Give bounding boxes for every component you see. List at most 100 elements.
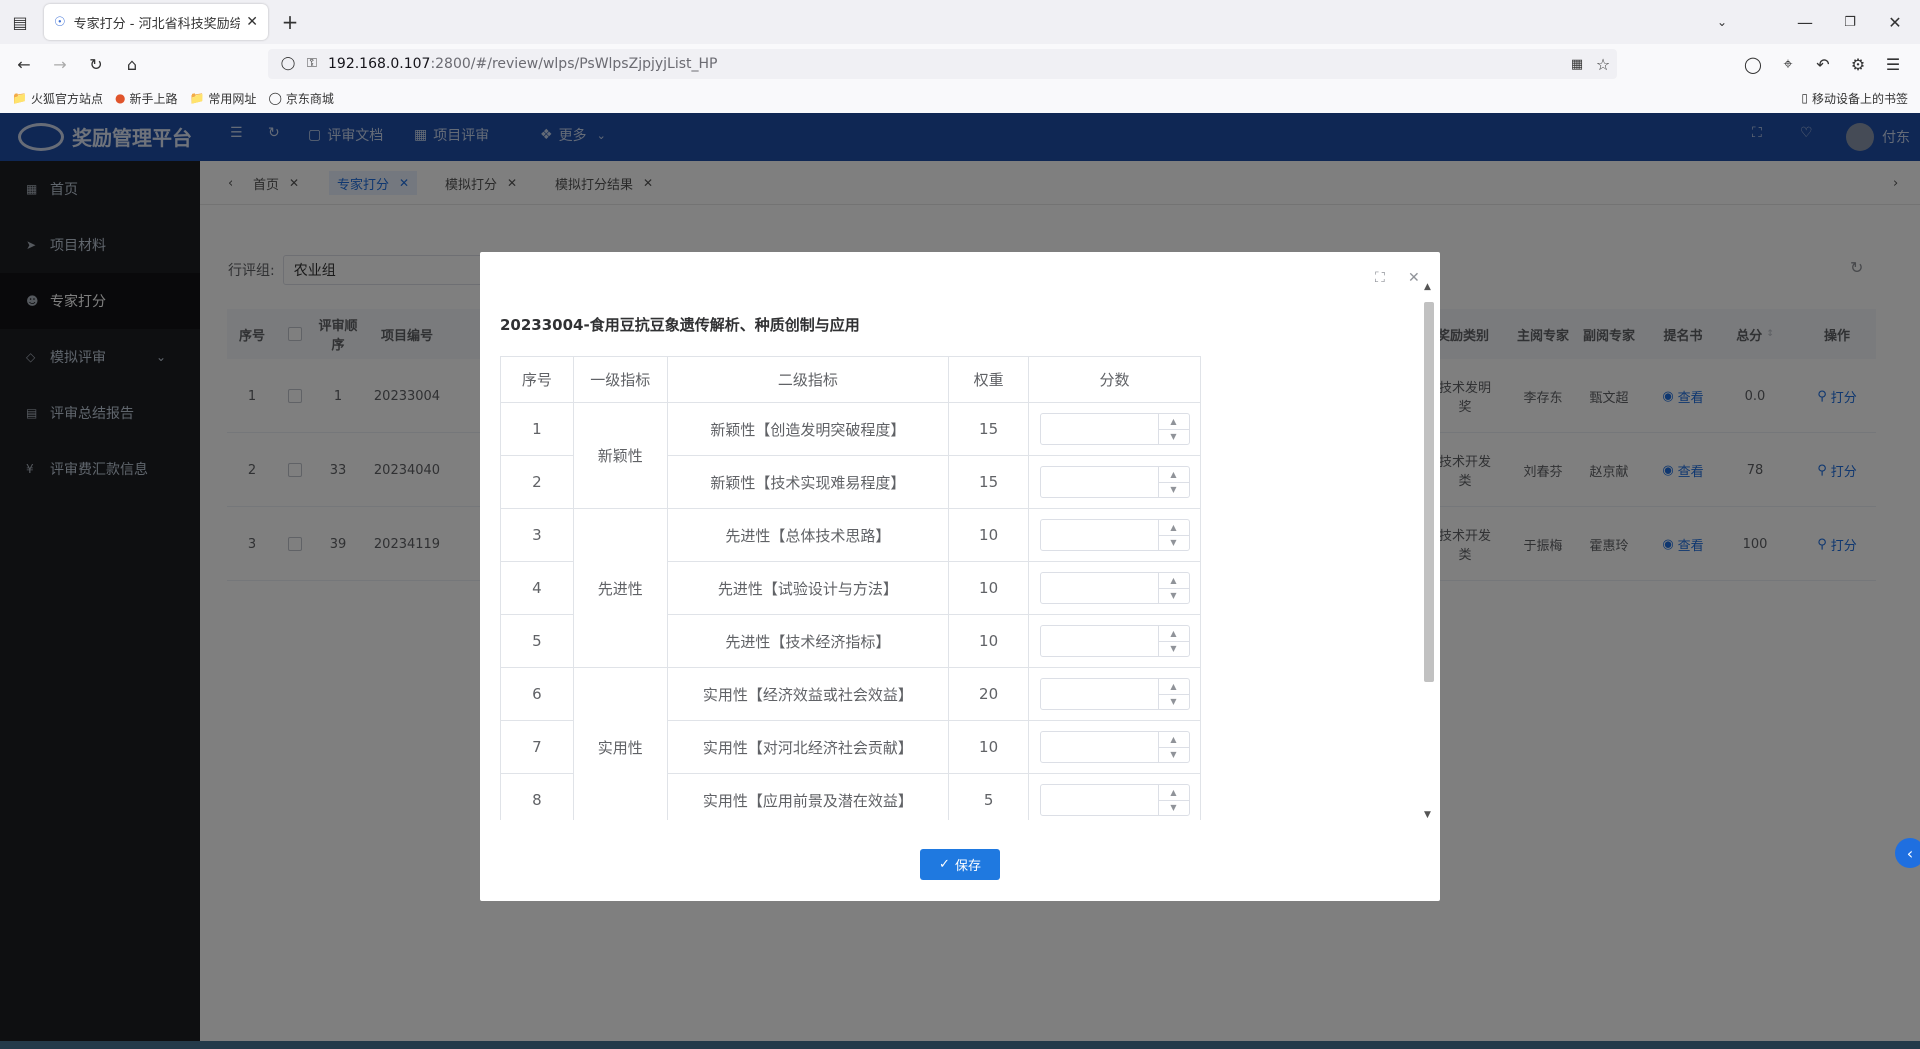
close-icon[interactable]: ✕ <box>1408 270 1420 286</box>
home-icon[interactable]: ⌂ <box>122 54 142 74</box>
side-toggle-icon[interactable]: ‹ <box>1895 838 1920 868</box>
decrement-icon[interactable]: ▼ <box>1159 483 1189 498</box>
score-dialog: ⛶ ✕ 20233004-食用豆抗豆象遗传解析、种质创制与应用 序号 一级指标 … <box>480 252 1440 901</box>
save-button[interactable]: ✓ 保存 <box>920 849 1000 880</box>
score-input[interactable]: ▲ ▼ <box>1039 466 1190 498</box>
close-window-icon[interactable]: ✕ <box>1885 12 1905 32</box>
cell-score: ▲ ▼ <box>1028 667 1201 721</box>
close-tab-icon[interactable]: ✕ <box>246 14 258 30</box>
col-level2: 二级指标 <box>666 356 950 403</box>
decrement-icon[interactable]: ▼ <box>1159 589 1189 604</box>
cell-level2: 新颖性【创造发明突破程度】 <box>666 402 950 456</box>
lock-icon[interactable]: ⚿ <box>304 55 320 71</box>
score-input[interactable]: ▲ ▼ <box>1039 572 1190 604</box>
cell-seq: 3 <box>500 508 574 562</box>
modal-backdrop-sidebar <box>0 113 200 1041</box>
bookmark-item[interactable]: ◯ 京东商城 <box>268 90 333 107</box>
reload-icon[interactable]: ↻ <box>86 54 106 74</box>
bookmark-label: 京东商城 <box>285 91 334 106</box>
score-field[interactable] <box>1041 785 1158 815</box>
cell-weight: 10 <box>948 508 1030 562</box>
increment-icon[interactable]: ▲ <box>1158 732 1189 748</box>
scroll-down-icon[interactable]: ▼ <box>1424 810 1431 820</box>
col-seq: 序号 <box>500 356 574 403</box>
score-table-wrapper: 序号 一级指标 二级指标 权重 分数 1 新颖性 新颖性【创造发明突破程度】 1… <box>500 356 1430 820</box>
cell-score: ▲ ▼ <box>1028 455 1201 509</box>
cell-weight: 10 <box>948 561 1030 615</box>
increment-icon[interactable]: ▲ <box>1158 520 1189 536</box>
cell-level2: 先进性【技术经济指标】 <box>666 614 950 668</box>
score-field[interactable] <box>1041 679 1158 709</box>
score-input[interactable]: ▲ ▼ <box>1039 731 1190 763</box>
decrement-icon[interactable]: ▼ <box>1159 695 1189 710</box>
account-icon[interactable]: ◯ <box>1743 54 1763 74</box>
cell-seq: 4 <box>500 561 574 615</box>
bookmark-item[interactable]: ● 新手上路 <box>115 90 178 107</box>
score-stepper[interactable]: ▲ ▼ <box>1157 520 1189 551</box>
extensions-icon[interactable]: ⚙ <box>1848 54 1868 74</box>
firefox-icon: ● <box>114 91 126 105</box>
score-stepper[interactable]: ▲ ▼ <box>1157 679 1189 710</box>
cell-score: ▲ ▼ <box>1028 773 1201 820</box>
cell-seq: 6 <box>500 667 574 721</box>
score-input[interactable]: ▲ ▼ <box>1039 678 1190 710</box>
score-field[interactable] <box>1041 732 1158 762</box>
chevron-down-icon[interactable]: ⌄ <box>1712 12 1732 32</box>
increment-icon[interactable]: ▲ <box>1158 573 1189 589</box>
minimize-icon[interactable]: — <box>1795 12 1815 32</box>
menu-icon[interactable]: ☰ <box>1883 54 1903 74</box>
score-stepper[interactable]: ▲ ▼ <box>1157 732 1189 763</box>
increment-icon[interactable]: ▲ <box>1158 679 1189 695</box>
bookmark-item[interactable]: 📁 火狐官方站点 <box>12 90 103 107</box>
cell-weight: 15 <box>948 402 1030 456</box>
score-field[interactable] <box>1041 467 1158 497</box>
scrollbar-thumb[interactable] <box>1424 302 1434 682</box>
browser-tab-title: 专家打分 - 河北省科技奖励综合 <box>73 16 241 32</box>
maximize-icon[interactable]: ⛶ <box>1375 270 1385 286</box>
score-stepper[interactable]: ▲ ▼ <box>1157 414 1189 445</box>
decrement-icon[interactable]: ▼ <box>1159 536 1189 551</box>
score-field[interactable] <box>1041 573 1158 603</box>
restore-icon[interactable]: ❐ <box>1840 12 1860 32</box>
score-input[interactable]: ▲ ▼ <box>1039 519 1190 551</box>
score-input[interactable]: ▲ ▼ <box>1039 784 1190 816</box>
score-stepper[interactable]: ▲ ▼ <box>1157 467 1189 498</box>
forward-icon[interactable]: → <box>50 54 70 74</box>
increment-icon[interactable]: ▲ <box>1158 785 1189 801</box>
bookmark-item[interactable]: 📁 常用网址 <box>189 90 256 107</box>
undo-icon[interactable]: ↶ <box>1813 54 1833 74</box>
mobile-bookmarks[interactable]: ▯ 移动设备上的书签 <box>1801 90 1908 107</box>
score-input[interactable]: ▲ ▼ <box>1039 625 1190 657</box>
increment-icon[interactable]: ▲ <box>1158 467 1189 483</box>
check-circle-icon: ✓ <box>939 857 950 872</box>
decrement-icon[interactable]: ▼ <box>1159 642 1189 657</box>
scroll-up-icon[interactable]: ▲ <box>1424 282 1431 292</box>
decrement-icon[interactable]: ▼ <box>1159 801 1189 816</box>
tab-list-icon[interactable]: ▤ <box>10 12 30 32</box>
score-stepper[interactable]: ▲ ▼ <box>1157 573 1189 604</box>
score-input[interactable]: ▲ ▼ <box>1039 413 1190 445</box>
score-field[interactable] <box>1041 520 1158 550</box>
cell-score: ▲ ▼ <box>1028 561 1201 615</box>
cell-seq: 1 <box>500 402 574 456</box>
increment-icon[interactable]: ▲ <box>1158 626 1189 642</box>
dialog-scrollbar[interactable]: ▲ ▼ <box>1422 282 1436 822</box>
crop-icon[interactable]: ⌖ <box>1778 54 1798 74</box>
score-stepper[interactable]: ▲ ▼ <box>1157 785 1189 816</box>
cell-level1: 实用性 <box>572 667 668 820</box>
increment-icon[interactable]: ▲ <box>1158 414 1189 430</box>
cell-level1: 新颖性 <box>572 402 668 509</box>
back-icon[interactable]: ← <box>14 54 34 74</box>
score-stepper[interactable]: ▲ ▼ <box>1157 626 1189 657</box>
folder-icon: 📁 <box>189 91 205 105</box>
score-field[interactable] <box>1041 414 1158 444</box>
score-field[interactable] <box>1041 626 1158 656</box>
shield-icon[interactable]: ◯ <box>280 55 296 71</box>
qr-code-icon[interactable]: ▦ <box>1568 55 1586 73</box>
browser-tab[interactable]: ☉ 专家打分 - 河北省科技奖励综合 ✕ <box>44 4 268 40</box>
decrement-icon[interactable]: ▼ <box>1159 430 1189 445</box>
url-bar[interactable]: ◯ ⚿ 192.168.0.107 :2800/#/review/wlps/Ps… <box>268 49 1617 79</box>
new-tab-icon[interactable]: + <box>280 10 300 34</box>
decrement-icon[interactable]: ▼ <box>1159 748 1189 763</box>
star-icon[interactable]: ☆ <box>1594 55 1612 74</box>
